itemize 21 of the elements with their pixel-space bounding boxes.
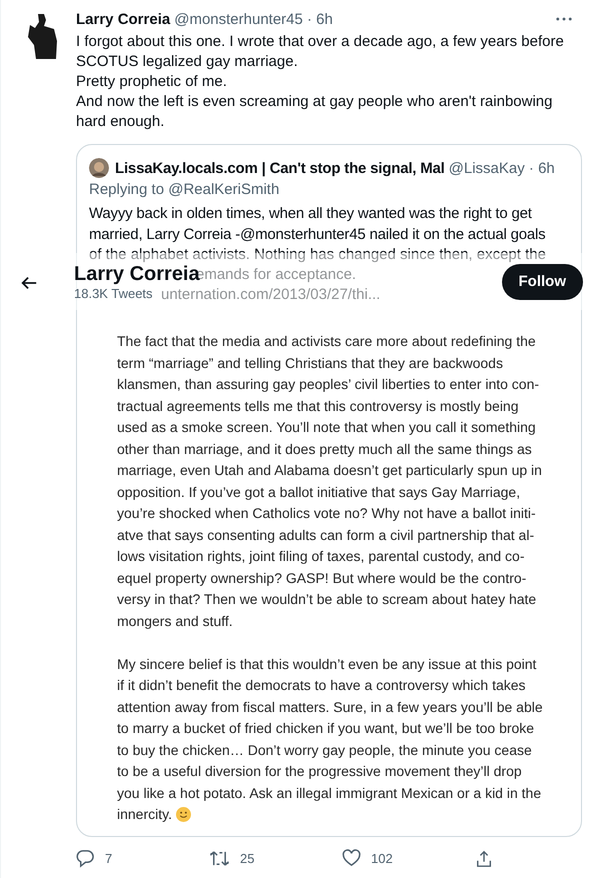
article-paragraph: My sincere belief is that this wouldn’t even be any issue at this point if it didn’t benefit the democrats to have a controversy which takes attention away from fiscal matters. Sure, in a few years you’ll be able to marry a bucket of fried chicken if you want, but we’ll be too broke to buy the chicken… Don’t worry gay people, the minute you cease to be a useful diversion for the progressive movement they’ll drop you like a hot potato. Ask an illegal immigrant Mexican or a kid in the innercity. bbox=[117, 654, 544, 824]
follow-button[interactable]: Follow bbox=[502, 264, 583, 300]
quoted-tweet-card[interactable] bbox=[76, 144, 582, 836]
quoted-meta: @LissaKay · 6h bbox=[448, 160, 555, 176]
action-count: 102 bbox=[371, 851, 393, 866]
retweet-icon[interactable] bbox=[209, 849, 230, 868]
replying-to: Replying to @RealKeriSmith bbox=[89, 180, 280, 200]
author-name[interactable]: Larry Correia bbox=[76, 10, 170, 28]
reply-icon[interactable] bbox=[76, 849, 95, 868]
action-count: 7 bbox=[105, 851, 112, 866]
like-icon[interactable] bbox=[342, 849, 361, 868]
smiley-icon bbox=[176, 807, 191, 822]
faded-text: unternation.com/2013/03/27/thi... bbox=[161, 285, 380, 305]
quoted-author-name: LissaKay.locals.com | Can't stop the signal, Mal bbox=[115, 160, 445, 176]
faded-text: of the alphabet activists. Nothing has changed since then, except the bbox=[89, 245, 546, 265]
more-icon[interactable] bbox=[556, 17, 572, 21]
tweet-meta: @monsterhunter45 · 6h bbox=[174, 10, 333, 28]
share-icon[interactable] bbox=[475, 850, 493, 868]
tweet-text: I forgot about this one. I wrote that over a decade ago, a few years before SCOTUS legalized gay marriage. Pretty prophetic of me. And now the left is even screaming at gay people who aren't rainbowing hard enough. bbox=[76, 32, 565, 132]
action-count: 25 bbox=[240, 851, 254, 866]
article-paragraph: The fact that the media and activists care more about redefining the term “marriage” and telling Christians that they are backwoods klansmen, than assuring gay peoples’ civil liberties to enter into con- tractual agreements tells me that this controversy is mostly being used as a smoke screen. You’ll note that when you call it something other than marriage, and it does pretty much all the same things as marriage, even Utah and Alabama doesn’t get particularly spun up in opposition. If you’ve got a ballot initiative that says Gay Marriage, you’re shocked when Catholics vote no? Why not have a ballot initi- atve that says consenting adults can form a civil partnership that al- lows visitation rights, joint filing of taxes, parental custody, and co- equel property ownership? GASP! But where would be the contro- versy in that? Then we wouldn’t be able to scream about hatey hate mongers and stuff. bbox=[117, 332, 543, 631]
